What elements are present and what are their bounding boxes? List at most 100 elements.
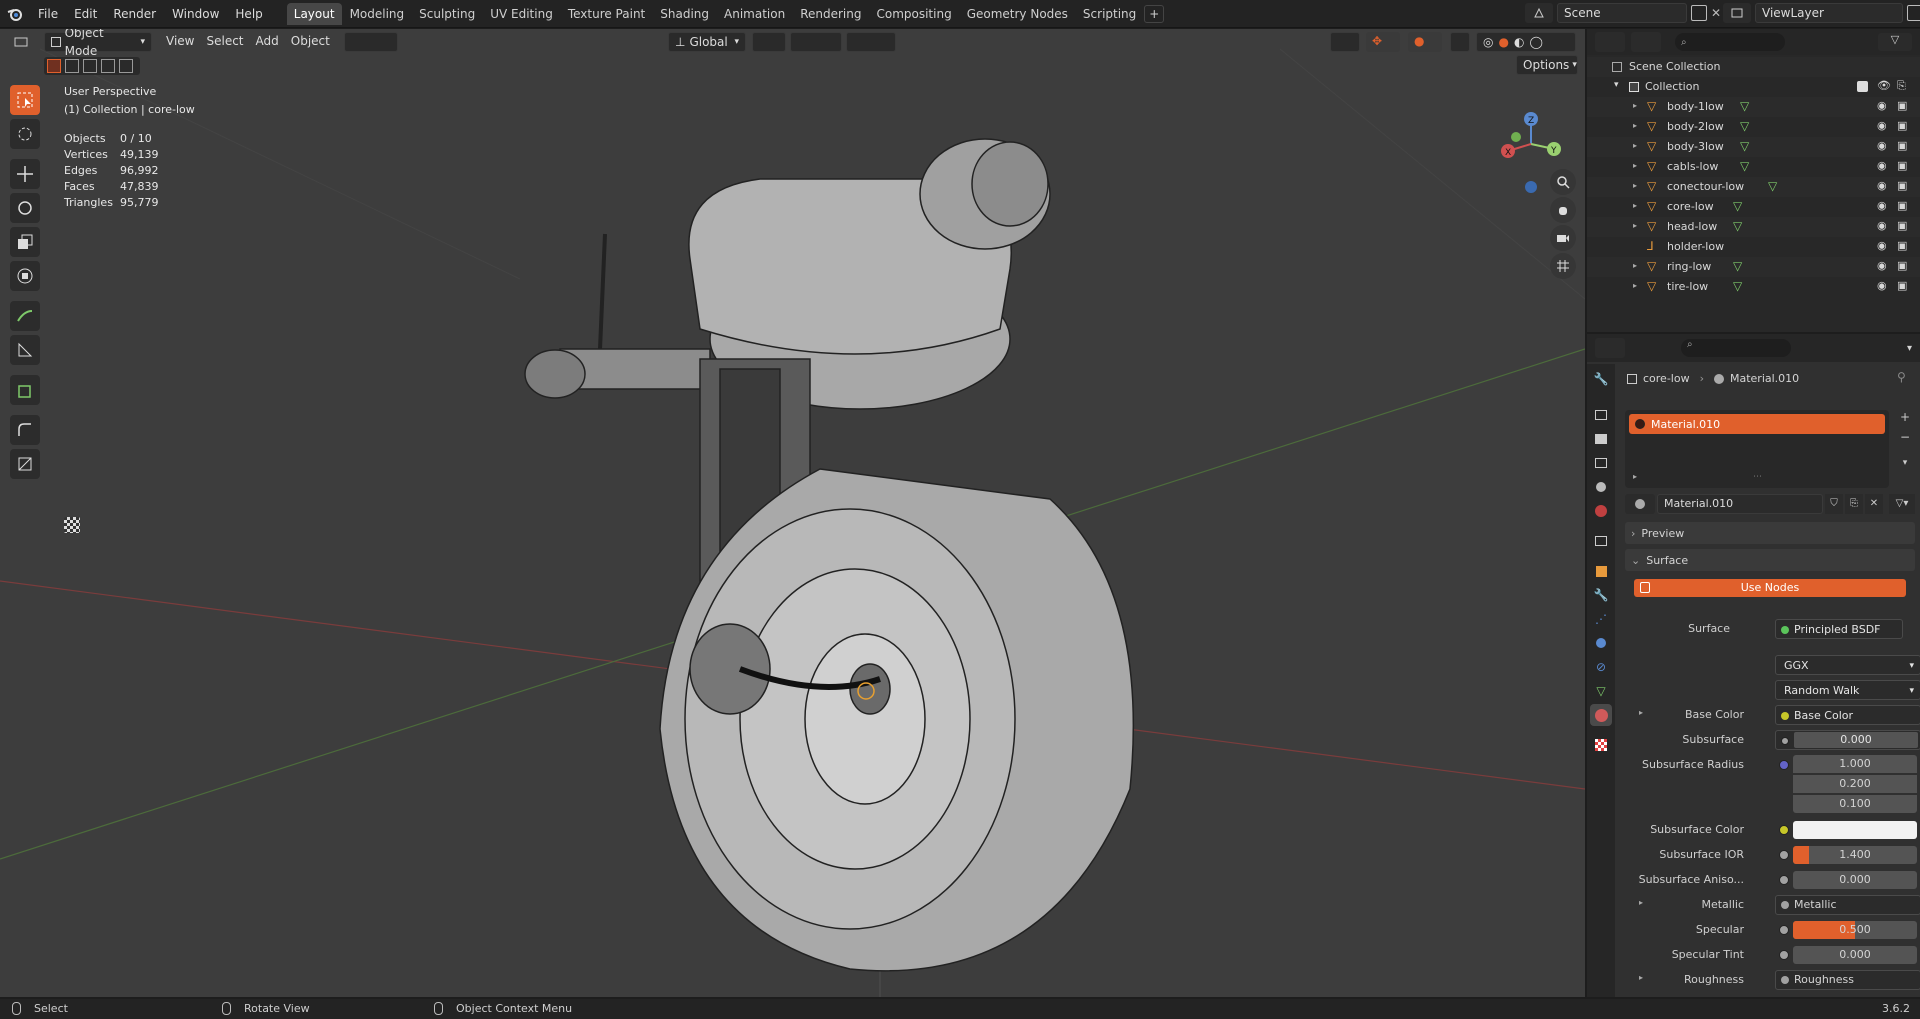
material-slot-list[interactable]: Material.010 ▸ ⋯ xyxy=(1625,410,1889,488)
material-browse-icon[interactable] xyxy=(1625,494,1655,514)
pan-hand-icon[interactable] xyxy=(1550,197,1576,223)
duplicate-material-icon[interactable]: ⎘ xyxy=(1845,494,1863,514)
outliner-item-row[interactable]: ▸ ▽ cabls-low ▽ ◉ ▣ xyxy=(1587,157,1920,177)
menu-edit[interactable]: Edit xyxy=(66,3,105,25)
shear-tool-icon[interactable] xyxy=(10,415,40,445)
particles-tab-icon[interactable]: ⋰ xyxy=(1590,608,1612,630)
scene-name-field[interactable]: Scene xyxy=(1557,3,1687,23)
display-mode-icon[interactable] xyxy=(1631,32,1661,52)
visibility-dropdown[interactable] xyxy=(1330,32,1360,52)
eye-icon[interactable]: ◉ xyxy=(1877,239,1887,252)
expand-arrow-icon[interactable]: ▸ xyxy=(1633,161,1637,170)
material-slot-item[interactable]: Material.010 xyxy=(1629,414,1885,434)
options-button[interactable]: Options ▾ xyxy=(1516,55,1578,75)
eye-icon[interactable]: ◉ xyxy=(1877,99,1887,112)
eye-icon[interactable]: ◉ xyxy=(1877,119,1887,132)
tab-rendering[interactable]: Rendering xyxy=(793,3,868,25)
mesh-data-icon[interactable]: ▽ xyxy=(1740,99,1749,113)
gizmo-toggle-icon[interactable]: ✥ xyxy=(1366,32,1400,52)
camera-render-icon[interactable]: ▣ xyxy=(1897,119,1907,132)
rotate-tool-icon[interactable] xyxy=(10,193,40,223)
camera-render-icon[interactable]: ▣ xyxy=(1897,159,1907,172)
mesh-data-icon[interactable]: ▽ xyxy=(1740,139,1749,153)
tab-compositing[interactable]: Compositing xyxy=(869,3,958,25)
select-invert-icon[interactable] xyxy=(101,59,115,73)
radius-field-3[interactable]: 0.100 xyxy=(1793,795,1917,813)
tab-layout[interactable]: Layout xyxy=(286,2,342,25)
select-new-icon[interactable] xyxy=(47,59,61,73)
extrude-tool-icon[interactable] xyxy=(10,449,40,479)
distribution-dropdown[interactable]: GGX ▾ xyxy=(1775,655,1920,675)
mesh-data-icon[interactable]: ▽ xyxy=(1733,199,1742,213)
viewlayer-browse-icon[interactable] xyxy=(1723,3,1751,23)
outliner-item-row[interactable]: ▸ ▽ tire-low ▽ ◉ ▣ xyxy=(1587,277,1920,297)
expand-arrow-icon[interactable]: ▸ xyxy=(1633,181,1637,190)
editor-type-icon[interactable] xyxy=(8,32,38,52)
transform-tool-icon[interactable] xyxy=(10,261,40,291)
outliner-editor-type-icon[interactable] xyxy=(1595,32,1625,52)
scene-tab-icon[interactable] xyxy=(1590,476,1612,498)
view-layer-tab-icon[interactable] xyxy=(1590,452,1612,474)
surface-panel-header[interactable]: ⌄ Surface xyxy=(1625,549,1915,571)
add-slot-button[interactable]: + xyxy=(1897,410,1913,426)
outliner-item-row[interactable]: ▸ ▽ body-3low ▽ ◉ ▣ xyxy=(1587,137,1920,157)
xray-toggle-icon[interactable] xyxy=(1450,32,1470,52)
outliner-root-row[interactable]: Scene Collection xyxy=(1587,57,1920,77)
outliner-item-row[interactable]: ▸ ▽ core-low ▽ ◉ ▣ xyxy=(1587,197,1920,217)
texture-tab-icon[interactable] xyxy=(1590,734,1612,756)
expand-arrow-icon[interactable]: ▸ xyxy=(1633,221,1637,230)
tab-animation[interactable]: Animation xyxy=(717,3,792,25)
mesh-data-icon[interactable]: ▽ xyxy=(1733,279,1742,293)
specular-tint-field[interactable]: 0.000 xyxy=(1793,946,1917,964)
output-tab-icon[interactable] xyxy=(1590,428,1612,450)
subsurface-ior-field[interactable]: 1.400 xyxy=(1793,846,1917,864)
add-workspace-button[interactable]: + xyxy=(1144,4,1165,23)
preview-panel-header[interactable]: › Preview xyxy=(1625,522,1915,544)
exclude-checkbox[interactable] xyxy=(1857,81,1868,92)
menu-render[interactable]: Render xyxy=(105,3,164,25)
subsurface-color-swatch[interactable] xyxy=(1793,821,1917,839)
shading-modes[interactable]: ◎ ● ◐ ◯ xyxy=(1476,32,1576,52)
viewport-scene[interactable] xyxy=(0,29,1585,997)
move-tool-icon[interactable] xyxy=(10,159,40,189)
material-name-field[interactable]: Material.010 xyxy=(1657,494,1823,514)
cursor-tool-icon[interactable] xyxy=(10,119,40,149)
transform-orientation-dropdown[interactable]: ⊥ Global ▾ xyxy=(668,32,746,52)
render-tab-icon[interactable] xyxy=(1590,404,1612,426)
expand-arrow-icon[interactable]: ▸ xyxy=(1639,973,1643,982)
slot-specials-button[interactable]: ▾ xyxy=(1897,458,1913,474)
outliner-item-row[interactable]: ▸ ▽ body-2low ▽ ◉ ▣ xyxy=(1587,117,1920,137)
menu-help[interactable]: Help xyxy=(227,3,270,25)
world-tab-icon[interactable] xyxy=(1590,500,1612,522)
select-subtract-icon[interactable] xyxy=(83,59,97,73)
measure-tool-icon[interactable] xyxy=(10,335,40,365)
object-tab-icon[interactable] xyxy=(1590,560,1612,582)
eye-icon[interactable]: ◉ xyxy=(1877,219,1887,232)
roughness-field[interactable]: Roughness xyxy=(1775,970,1920,990)
radius-field-2[interactable]: 0.200 xyxy=(1793,775,1917,793)
tab-geometry-nodes[interactable]: Geometry Nodes xyxy=(960,3,1075,25)
tab-texture-paint[interactable]: Texture Paint xyxy=(561,3,652,25)
mode-dropdown[interactable]: Object Mode ▾ xyxy=(44,29,152,58)
new-viewlayer-icon[interactable] xyxy=(1907,5,1920,21)
base-color-field[interactable]: Base Color xyxy=(1775,705,1920,725)
scene-browse-icon[interactable] xyxy=(1525,3,1553,23)
material-tab-icon[interactable] xyxy=(1590,704,1612,726)
tab-uv-editing[interactable]: UV Editing xyxy=(483,3,560,25)
camera-render-icon[interactable]: ▣ xyxy=(1897,99,1907,112)
camera-view-icon[interactable] xyxy=(1550,225,1576,251)
select-mode-buttons[interactable] xyxy=(343,32,398,52)
select-box-tool-icon[interactable] xyxy=(10,85,40,115)
specular-field[interactable]: 0.500 xyxy=(1793,921,1917,939)
camera-render-icon[interactable]: ▣ xyxy=(1897,279,1907,292)
select-intersect-icon[interactable] xyxy=(119,59,133,73)
filter-icon[interactable]: ▽ xyxy=(1878,33,1912,51)
eye-icon[interactable]: ◉ xyxy=(1877,179,1887,192)
outliner-search-input[interactable]: ⌕ xyxy=(1675,33,1785,51)
solid-shading-icon[interactable]: ● xyxy=(1498,33,1508,51)
outliner-item-row[interactable]: ⅃ holder-low ◉ ▣ xyxy=(1587,237,1920,257)
expand-arrow-icon[interactable]: ▸ xyxy=(1633,101,1637,110)
checker-icon[interactable] xyxy=(64,517,80,533)
subsurface-method-dropdown[interactable]: Random Walk ▾ xyxy=(1775,680,1920,700)
properties-options-icon[interactable]: ▾ xyxy=(1907,343,1912,354)
